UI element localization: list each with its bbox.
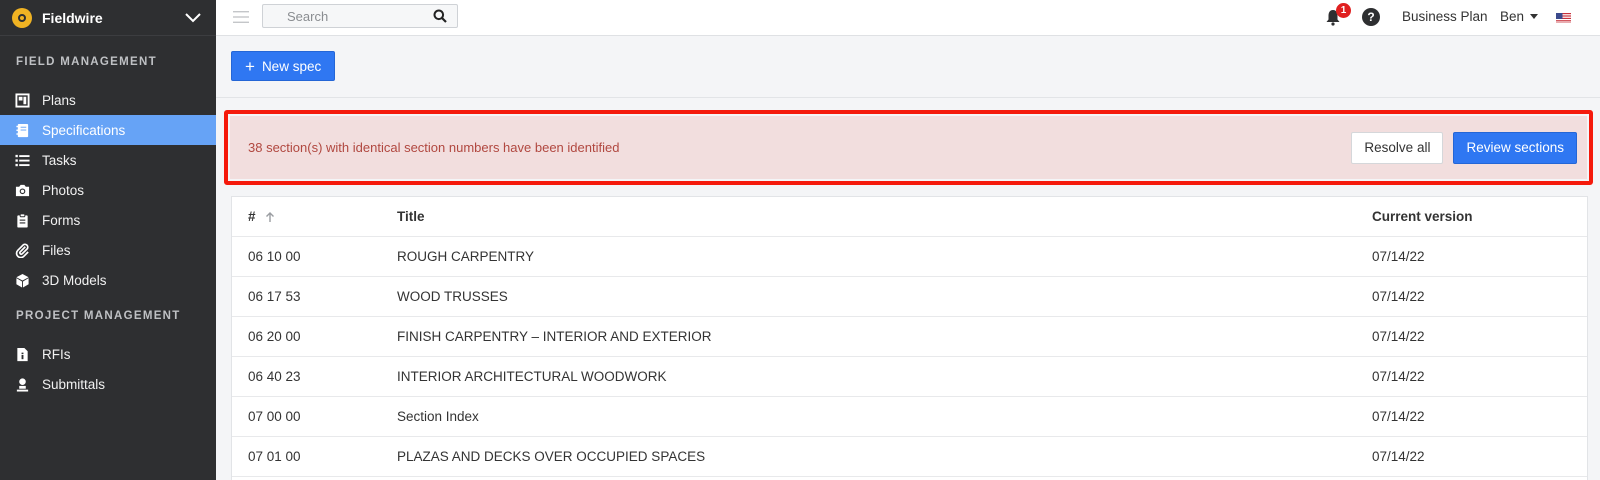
sidebar: Fieldwire FIELD MANAGEMENT Plans Specifi… [0, 0, 216, 480]
spec-title: ROUGH CARPENTRY [397, 249, 535, 264]
sidebar-item-forms[interactable]: Forms [0, 205, 216, 235]
tasks-icon [14, 152, 30, 168]
spec-title: PLAZAS AND DECKS OVER OCCUPIED SPACES [397, 449, 706, 464]
plans-icon [14, 92, 30, 108]
sidebar-item-specifications[interactable]: Specifications [0, 115, 216, 145]
new-spec-label: New spec [261, 58, 322, 74]
spec-number: 06 17 53 [248, 289, 301, 304]
sort-ascending-icon[interactable] [264, 211, 276, 223]
search-icon[interactable] [433, 9, 447, 23]
sidebar-item-label: Submittals [42, 376, 106, 392]
table-row[interactable]: 06 40 23 INTERIOR ARCHITECTURAL WOODWORK… [232, 357, 1587, 397]
sidebar-item-label: RFIs [42, 346, 71, 362]
spec-version: 07/14/22 [1372, 249, 1425, 264]
sidebar-item-3d-models[interactable]: 3D Models [0, 265, 216, 295]
resolve-all-button[interactable]: Resolve all [1351, 131, 1444, 164]
spec-number: 07 00 00 [248, 409, 301, 424]
clipboard-icon [14, 212, 30, 228]
business-plan-link[interactable]: Business Plan [1402, 9, 1488, 24]
notification-badge: 1 [1336, 3, 1351, 18]
spec-title: FINISH CARPENTRY – INTERIOR AND EXTERIOR [397, 329, 712, 344]
table-header-row: # Title Current version [232, 197, 1587, 237]
sidebar-item-label: Photos [42, 182, 85, 198]
column-header-number[interactable]: # [232, 209, 397, 224]
paperclip-icon [14, 242, 30, 258]
chevron-down-icon[interactable] [182, 7, 204, 29]
sidebar-item-plans[interactable]: Plans [0, 85, 216, 115]
column-header-label: # [248, 209, 256, 224]
search-box [262, 4, 458, 28]
hamburger-menu-icon[interactable] [232, 8, 250, 26]
sidebar-item-photos[interactable]: Photos [0, 175, 216, 205]
sidebar-item-tasks[interactable]: Tasks [0, 145, 216, 175]
sidebar-item-label: Specifications [42, 122, 126, 138]
section-heading-field-management: FIELD MANAGEMENT [16, 56, 157, 68]
us-flag-icon[interactable] [1556, 12, 1571, 23]
rfi-icon [14, 346, 30, 362]
spec-title: INTERIOR ARCHITECTURAL WOODWORK [397, 369, 667, 384]
spec-version: 07/14/22 [1372, 449, 1425, 464]
specifications-table: # Title Current version 06 10 00 ROUGH C… [231, 196, 1588, 480]
column-header-current-version[interactable]: Current version [1372, 209, 1587, 224]
sidebar-item-label: Files [42, 242, 71, 258]
specifications-icon [14, 122, 30, 138]
user-menu[interactable]: Ben [1500, 9, 1539, 24]
sidebar-item-label: Tasks [42, 152, 77, 168]
table-row[interactable]: 06 17 53 WOOD TRUSSES 07/14/22 [232, 277, 1587, 317]
spec-number: 06 20 00 [248, 329, 301, 344]
caret-down-icon [1530, 14, 1539, 19]
toolbar: + New spec [216, 36, 1600, 98]
search-input[interactable] [263, 5, 423, 27]
plus-icon: + [245, 56, 255, 76]
spec-number: 06 10 00 [248, 249, 301, 264]
sidebar-item-rfis[interactable]: RFIs [0, 339, 216, 369]
sidebar-item-files[interactable]: Files [0, 235, 216, 265]
top-bar: 1 ? Business Plan Ben [216, 0, 1600, 36]
spec-version: 07/14/22 [1372, 289, 1425, 304]
table-row[interactable]: 07 00 00 Section Index 07/14/22 [232, 397, 1587, 437]
fieldwire-logo-icon [12, 7, 32, 28]
spec-number: 06 40 23 [248, 369, 301, 384]
cube-icon [14, 272, 30, 288]
sidebar-item-submittals[interactable]: Submittals [0, 369, 216, 399]
user-name: Ben [1500, 9, 1525, 24]
alert-message: 38 section(s) with identical section num… [248, 140, 620, 155]
brand-header[interactable]: Fieldwire [0, 0, 216, 36]
help-icon[interactable]: ? [1362, 8, 1380, 26]
new-spec-button[interactable]: + New spec [231, 51, 336, 81]
review-sections-button[interactable]: Review sections [1453, 131, 1577, 164]
brand-name: Fieldwire [42, 9, 103, 26]
camera-icon [14, 182, 30, 198]
submittals-icon [14, 376, 30, 392]
spec-version: 07/14/22 [1372, 369, 1425, 384]
sidebar-item-label: 3D Models [42, 272, 107, 288]
duplicate-sections-alert: 38 section(s) with identical section num… [230, 116, 1587, 179]
spec-title: Section Index [397, 409, 479, 424]
spec-version: 07/14/22 [1372, 409, 1425, 424]
sidebar-item-label: Plans [42, 92, 76, 108]
table-row[interactable]: 07 01 00 PLAZAS AND DECKS OVER OCCUPIED … [232, 437, 1587, 477]
column-header-title[interactable]: Title [397, 209, 1372, 224]
section-heading-project-management: PROJECT MANAGEMENT [16, 310, 181, 322]
spec-version: 07/14/22 [1372, 329, 1425, 344]
table-row[interactable]: 06 10 00 ROUGH CARPENTRY 07/14/22 [232, 237, 1587, 277]
sidebar-item-label: Forms [42, 212, 81, 228]
spec-title: WOOD TRUSSES [397, 289, 508, 304]
table-row[interactable]: 06 20 00 FINISH CARPENTRY – INTERIOR AND… [232, 317, 1587, 357]
spec-number: 07 01 00 [248, 449, 301, 464]
